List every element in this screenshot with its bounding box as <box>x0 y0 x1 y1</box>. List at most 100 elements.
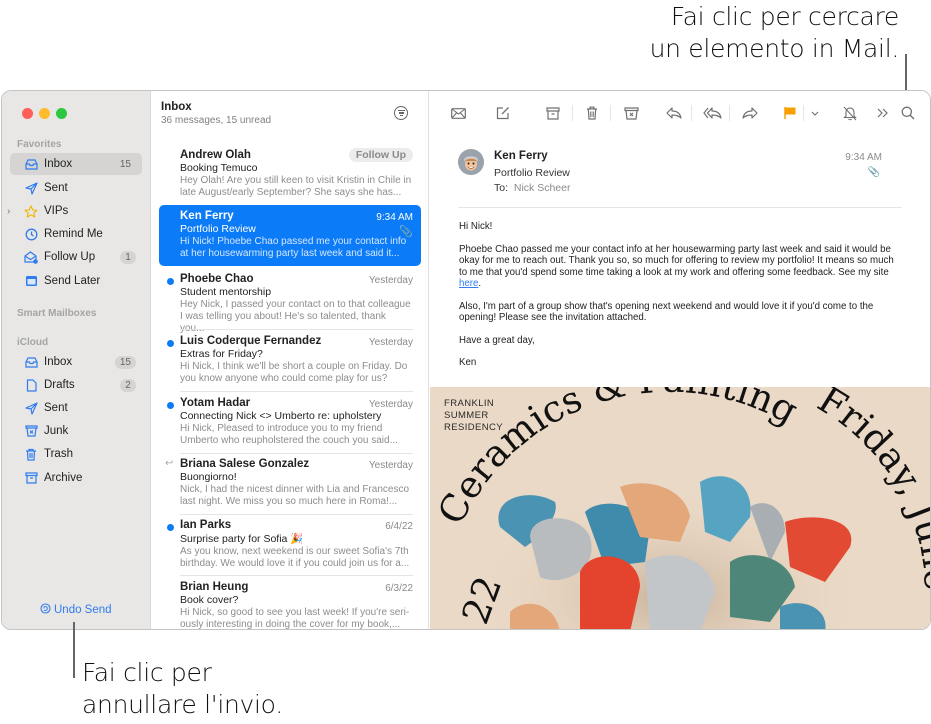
message-preview: Hi Nick, Pleased to introduce you to my … <box>180 423 413 447</box>
sidebar-item-inbox[interactable]: Inbox 15 <box>10 153 142 175</box>
message-date: Yesterday <box>368 399 413 410</box>
toolbar <box>430 91 930 135</box>
follow-up-tag[interactable]: Follow Up <box>348 148 413 162</box>
delete-button[interactable] <box>582 103 602 123</box>
unread-dot-icon <box>167 278 174 285</box>
zoom-window-button[interactable] <box>56 108 67 119</box>
sender-avatar[interactable] <box>458 149 484 175</box>
message-row[interactable]: Ian Parks 6/4/22 Surprise party for Sofi… <box>159 514 421 576</box>
sidebar-item-label: Sent <box>44 402 68 414</box>
mailbox-title: Inbox <box>161 101 192 113</box>
message-row[interactable]: Yotam Hadar Yesterday Connecting Nick <>… <box>159 392 421 454</box>
undo-send-button[interactable]: Undo Send <box>40 603 112 617</box>
message-time: 9:34 AM <box>845 152 882 163</box>
sidebar-item-trash[interactable]: Trash <box>10 443 142 465</box>
sidebar-item-label: Trash <box>44 448 73 460</box>
message-row[interactable]: Phoebe Chao Yesterday Student mentorship… <box>159 268 421 334</box>
compose-button[interactable] <box>493 103 513 123</box>
get-mail-button[interactable] <box>448 103 468 123</box>
window-controls <box>22 108 67 119</box>
sidebar-item-vips[interactable]: › VIPs <box>7 200 142 222</box>
archive-icon <box>546 106 560 120</box>
body-paragraph: Phoebe Chao passed me your contact info … <box>459 243 894 290</box>
sidebar-item-junk[interactable]: Junk <box>10 420 142 442</box>
reply-all-button[interactable] <box>702 103 722 123</box>
to-label: To: <box>494 182 509 194</box>
preview-line: Umberto who reupholstered the couch you … <box>180 435 398 446</box>
toolbar-separator <box>691 105 692 121</box>
smart-mailboxes-heading[interactable]: Smart Mailboxes <box>17 308 96 319</box>
recipient-name[interactable]: Nick Scheer <box>514 182 571 194</box>
forward-button[interactable] <box>740 103 760 123</box>
calendar-icon <box>24 274 38 288</box>
reply-button[interactable] <box>664 103 684 123</box>
minimize-window-button[interactable] <box>39 108 50 119</box>
message-date: Yesterday <box>368 460 413 471</box>
toolbar-separator <box>610 105 611 121</box>
clock-icon <box>24 227 38 241</box>
body-paragraph: Also, I'm part of a group show that's op… <box>459 300 874 324</box>
preview-line: Hey Nick, I passed your contact on to th… <box>180 299 411 310</box>
message-date: 6/4/22 <box>385 521 413 532</box>
unread-dot-icon <box>167 402 174 409</box>
flag-icon <box>784 107 796 119</box>
mute-button[interactable] <box>840 103 860 123</box>
star-icon <box>24 204 38 218</box>
sidebar-item-label: Inbox <box>44 158 73 170</box>
more-chevrons-icon <box>877 108 888 118</box>
junk-button[interactable] <box>621 103 641 123</box>
close-window-button[interactable] <box>22 108 33 119</box>
message-row[interactable]: Brian Heung 6/3/22 Book cover? Hi Nick, … <box>159 576 421 630</box>
icloud-heading[interactable]: iCloud <box>17 337 48 348</box>
sidebar-item-label: Remind Me <box>44 228 103 240</box>
forward-icon <box>742 107 758 119</box>
sidebar-item-archive[interactable]: Archive <box>10 467 142 489</box>
more-toolbar-button[interactable] <box>873 103 893 123</box>
flag-button[interactable] <box>780 103 800 123</box>
flag-menu-button[interactable] <box>805 103 825 123</box>
preview-line: Hey Olah! Are you still keen to visit Kr… <box>180 175 412 186</box>
filter-button[interactable] <box>394 106 408 120</box>
unread-count-badge: 15 <box>119 158 131 170</box>
trash-icon <box>587 106 597 120</box>
message-subject: Buongiorno! <box>180 471 237 483</box>
message-date: 6/3/22 <box>385 583 413 594</box>
undo-send-label: Undo Send <box>54 604 112 616</box>
sidebar-item-label: Send Later <box>44 275 101 287</box>
flag-menu-chevron-icon <box>811 111 819 116</box>
reply-icon <box>666 107 682 119</box>
message-row-selected[interactable]: Ken Ferry 9:34 AM 📎 Portfolio Review Hi … <box>159 205 421 266</box>
sidebar-item-drafts[interactable]: Drafts 2 <box>10 374 142 396</box>
sender-name[interactable]: Ken Ferry <box>494 150 548 162</box>
archive-button[interactable] <box>543 103 563 123</box>
filter-icon-line <box>397 109 405 111</box>
sidebar-item-sent[interactable]: Sent <box>10 177 142 199</box>
sidebar-item-label: Sent <box>44 182 68 194</box>
message-row[interactable]: Andrew Olah Follow Up Booking Temuco Hey… <box>159 144 421 205</box>
junk-icon <box>623 106 639 120</box>
sidebar-item-follow-up[interactable]: Follow Up 1 <box>10 246 142 268</box>
search-button[interactable] <box>898 103 918 123</box>
message-date: Yesterday <box>368 337 413 348</box>
disclosure-chevron-icon[interactable]: › <box>7 206 10 217</box>
favorites-heading[interactable]: Favorites <box>17 139 61 150</box>
attachment-icon: 📎 <box>399 226 413 238</box>
toolbar-separator <box>803 105 804 121</box>
trash-icon <box>24 447 38 461</box>
preview-line: birthday. We would love it if you could … <box>180 558 410 569</box>
sidebar-item-icloud-inbox[interactable]: Inbox 15 <box>10 351 142 373</box>
preview-line: ously interesting in doing the cover for… <box>180 619 401 630</box>
sidebar-item-send-later[interactable]: Send Later <box>10 270 142 292</box>
message-preview: Nick, I had the nicest dinner with Lia a… <box>180 484 413 508</box>
message-row[interactable]: ↩ Briana Salese Gonzalez Yesterday Buong… <box>159 453 421 515</box>
preview-line: you know anyone who could come play for … <box>180 373 388 384</box>
mail-window: Favorites Inbox 15 Sent › VIPs Remind Me… <box>1 90 931 630</box>
sidebar-item-remind-me[interactable]: Remind Me <box>10 223 142 245</box>
preview-line: late August/early September? She says sh… <box>180 187 402 198</box>
junk-icon <box>24 424 38 438</box>
callout-line: un elemento in Mail. <box>649 34 900 63</box>
portfolio-link[interactable]: here <box>459 278 478 289</box>
invitation-attachment-image[interactable]: FRANKLIN SUMMER RESIDENCY Ceramics & tin… <box>430 387 930 629</box>
message-row[interactable]: Luis Coderque Fernandez Yesterday Extras… <box>159 330 421 392</box>
sidebar-item-icloud-sent[interactable]: Sent <box>10 397 142 419</box>
